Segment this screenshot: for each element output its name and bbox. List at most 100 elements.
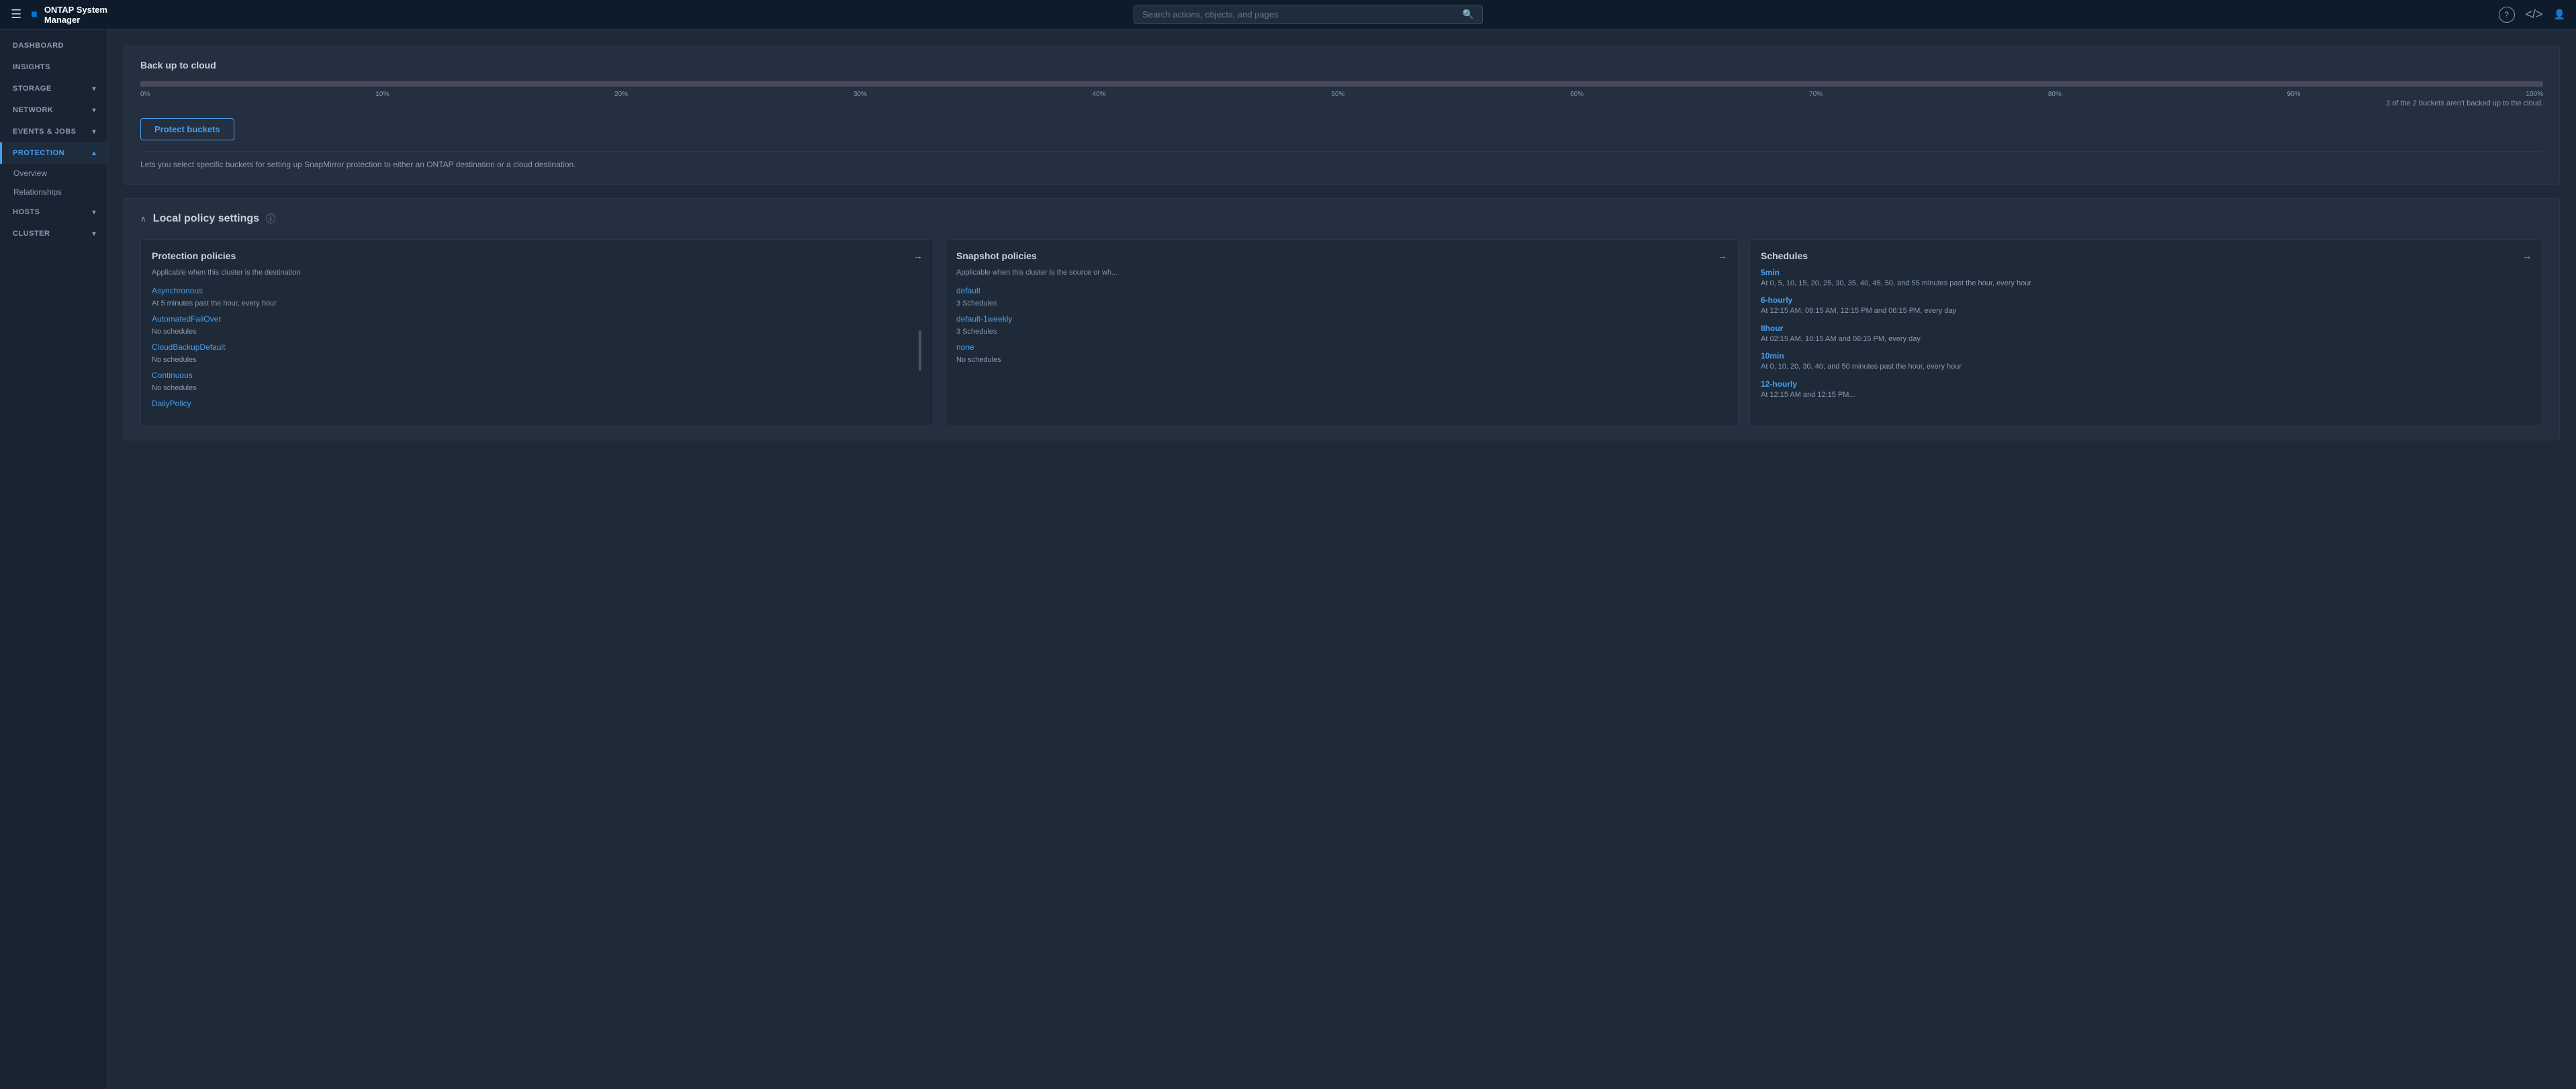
protection-policies-title: Protection policies	[152, 250, 236, 261]
snapshot-name-none[interactable]: none	[956, 342, 1727, 352]
search-input[interactable]	[1142, 9, 1457, 19]
label-50: 50%	[1331, 91, 1344, 98]
protection-policies-header: Protection policies →	[152, 250, 923, 261]
backup-cloud-card: Back up to cloud 0% 10% 20% 30% 40% 50% …	[124, 46, 2560, 185]
schedules-title: Schedules	[1761, 250, 1808, 261]
schedule-entry-6hourly: 6-hourly At 12:15 AM, 06:15 AM, 12:15 PM…	[1761, 295, 2532, 316]
topbar-right: ? </> 👤	[2499, 7, 2565, 23]
schedule-name-8hour[interactable]: 8hour	[1761, 324, 2532, 333]
hosts-label: HOSTS	[13, 208, 40, 216]
network-label: NETWORK	[13, 106, 53, 114]
topbar-left: ☰ ■ ONTAP System Manager	[11, 5, 118, 25]
storage-label: STORAGE	[13, 85, 52, 93]
policy-entry-cloud: CloudBackupDefault No schedules	[152, 342, 923, 364]
policy-cards: Protection policies → Applicable when th…	[140, 239, 2543, 426]
chevron-down-icon: ▾	[92, 107, 96, 114]
schedule-name-6hourly[interactable]: 6-hourly	[1761, 295, 2532, 305]
menu-icon[interactable]: ☰	[11, 7, 21, 21]
protect-description: Lets you select specific buckets for set…	[140, 151, 2543, 171]
schedule-detail-8hour: At 02:15 AM, 10:15 AM and 06:15 PM, ever…	[1761, 334, 2532, 344]
chevron-down-icon: ▾	[92, 230, 96, 238]
schedule-name-12hourly[interactable]: 12-hourly	[1761, 379, 2532, 389]
label-10: 10%	[375, 91, 389, 98]
policy-name-automated[interactable]: AutomatedFailOver	[152, 314, 923, 324]
schedules-header: Schedules →	[1761, 250, 2532, 261]
protection-policies-list: Asynchronous At 5 minutes past the hour,…	[152, 286, 923, 415]
snapshot-policies-card: Snapshot policies → Applicable when this…	[945, 239, 1739, 426]
schedule-name-5min[interactable]: 5min	[1761, 268, 2532, 277]
relationships-label: Relationships	[13, 187, 62, 197]
snapshot-name-default-weekly[interactable]: default-1weekly	[956, 314, 1727, 324]
progress-note: 2 of the 2 buckets aren't backed up to t…	[140, 99, 2543, 107]
protection-subtitle: Applicable when this cluster is the dest…	[152, 268, 923, 278]
local-policy-title: Local policy settings	[153, 213, 259, 225]
app-title: ONTAP System Manager	[44, 5, 118, 25]
progress-labels: 0% 10% 20% 30% 40% 50% 60% 70% 80% 90% 1…	[140, 91, 2543, 98]
schedules-arrow[interactable]: →	[2522, 250, 2532, 261]
sidebar-item-dashboard[interactable]: DASHBOARD	[0, 35, 107, 56]
label-40: 40%	[1093, 91, 1106, 98]
chevron-up-icon: ▴	[92, 150, 96, 157]
schedule-detail-10min: At 0, 10, 20, 30, 40, and 50 minutes pas…	[1761, 362, 2532, 372]
main-content: Back up to cloud 0% 10% 20% 30% 40% 50% …	[107, 30, 2576, 1089]
schedule-entry-8hour: 8hour At 02:15 AM, 10:15 AM and 06:15 PM…	[1761, 324, 2532, 344]
label-100: 100%	[2526, 91, 2543, 98]
protection-policies-arrow[interactable]: →	[913, 250, 923, 261]
snapshot-policies-arrow[interactable]: →	[1718, 250, 1727, 261]
schedule-name-10min[interactable]: 10min	[1761, 351, 2532, 361]
snapshot-detail-none: No schedules	[956, 356, 1001, 364]
sidebar-item-protection[interactable]: PROTECTION ▴	[0, 142, 107, 164]
snapshot-subtitle: Applicable when this cluster is the sour…	[956, 268, 1727, 278]
sidebar-item-events-jobs[interactable]: EVENTS & JOBS ▾	[0, 121, 107, 142]
label-60: 60%	[1570, 91, 1583, 98]
scrollbar-indicator	[919, 330, 921, 371]
section-header: ∧ Local policy settings ⓘ	[140, 212, 2543, 226]
schedules-card: Schedules → 5min At 0, 5, 10, 15, 20, 25…	[1749, 239, 2543, 426]
cluster-label: CLUSTER	[13, 230, 50, 238]
snapshot-entry-none: none No schedules	[956, 342, 1727, 364]
sidebar-item-storage[interactable]: STORAGE ▾	[0, 78, 107, 99]
chevron-down-icon: ▾	[92, 85, 96, 93]
chevron-down-icon: ▾	[92, 128, 96, 136]
sidebar-sub-overview[interactable]: Overview	[0, 164, 107, 183]
main-layout: DASHBOARD INSIGHTS STORAGE ▾ NETWORK ▾ E…	[0, 30, 2576, 1089]
collapse-icon[interactable]: ∧	[140, 214, 146, 224]
policy-name-continuous[interactable]: Continuous	[152, 371, 923, 380]
policy-detail-continuous: No schedules	[152, 384, 197, 392]
schedule-detail-6hourly: At 12:15 AM, 06:15 AM, 12:15 PM and 06:1…	[1761, 306, 2532, 316]
policy-detail-automated: No schedules	[152, 328, 197, 336]
protection-policies-card: Protection policies → Applicable when th…	[140, 239, 934, 426]
protect-buckets-button[interactable]: Protect buckets	[140, 118, 234, 140]
snapshot-policies-title: Snapshot policies	[956, 250, 1037, 261]
policy-name-cloud[interactable]: CloudBackupDefault	[152, 342, 923, 352]
sidebar-item-network[interactable]: NETWORK ▾	[0, 99, 107, 121]
search-wrapper: 🔍	[1134, 5, 1483, 24]
search-bar: 🔍	[118, 5, 2499, 24]
sidebar-sub-relationships[interactable]: Relationships	[0, 183, 107, 201]
policy-name-daily[interactable]: DailyPolicy	[152, 399, 923, 408]
dashboard-label: DASHBOARD	[13, 42, 64, 50]
search-icon: 🔍	[1463, 9, 1474, 20]
snapshot-entry-default: default 3 Schedules	[956, 286, 1727, 307]
sidebar-item-insights[interactable]: INSIGHTS	[0, 56, 107, 78]
label-70: 70%	[1809, 91, 1823, 98]
schedule-detail-5min: At 0, 5, 10, 15, 20, 25, 30, 35, 40, 45,…	[1761, 279, 2532, 289]
help-icon[interactable]: ?	[2499, 7, 2515, 23]
sidebar-item-cluster[interactable]: CLUSTER ▾	[0, 223, 107, 244]
code-icon[interactable]: </>	[2526, 7, 2543, 21]
policy-name-async[interactable]: Asynchronous	[152, 286, 923, 295]
policy-detail-cloud: No schedules	[152, 356, 197, 364]
policy-entry-automated: AutomatedFailOver No schedules	[152, 314, 923, 336]
backup-section-title: Back up to cloud	[140, 60, 2543, 70]
snapshot-name-default[interactable]: default	[956, 286, 1727, 295]
sidebar-item-hosts[interactable]: HOSTS ▾	[0, 201, 107, 223]
protection-label: PROTECTION	[13, 149, 64, 157]
info-icon[interactable]: ⓘ	[266, 212, 275, 226]
user-icon[interactable]: 👤	[2554, 9, 2565, 20]
schedule-entry-5min: 5min At 0, 5, 10, 15, 20, 25, 30, 35, 40…	[1761, 268, 2532, 289]
schedule-entry-12hourly: 12-hourly At 12:15 AM and 12:15 PM...	[1761, 379, 2532, 400]
policy-detail-async: At 5 minutes past the hour, every hour	[152, 299, 277, 307]
progress-container: 0% 10% 20% 30% 40% 50% 60% 70% 80% 90% 1…	[140, 81, 2543, 107]
policy-entry-async: Asynchronous At 5 minutes past the hour,…	[152, 286, 923, 307]
policy-entry-continuous: Continuous No schedules	[152, 371, 923, 392]
